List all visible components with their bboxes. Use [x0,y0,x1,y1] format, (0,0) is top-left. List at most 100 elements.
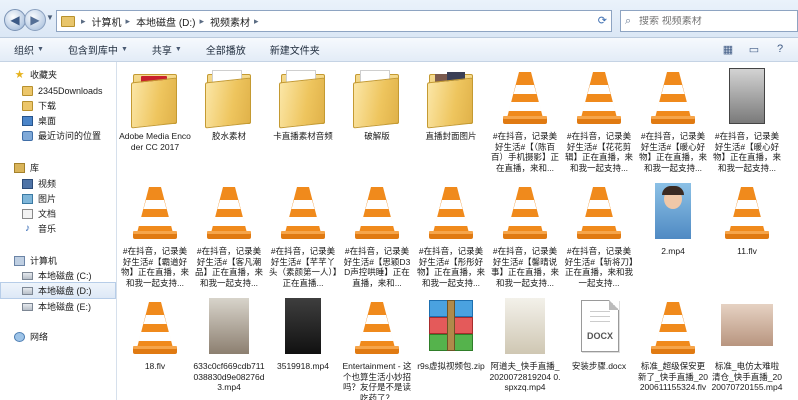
star-icon: ★ [14,68,25,81]
chevron-right-icon[interactable]: ▸ [200,16,205,27]
video-thumb-phone [717,66,777,128]
file-item[interactable]: #在抖音，记录美好生活#【花花剪辑】正在直播，来和我一起支持... [562,66,636,173]
recent-pages-dropdown[interactable]: ▼ [46,13,54,22]
nav-item-music[interactable]: ♪ 音乐 [22,220,56,237]
file-item[interactable]: #在抖音，记录美好生活#【霸道好物】正在直播，来和我一起支持... [118,181,192,288]
vlc-icon [495,66,555,128]
file-name: 直播封面图片 [425,131,477,141]
slideshow-button[interactable]: 全部播放 [206,42,246,57]
hard-drive-icon [22,302,33,311]
file-name: 633c0cf669cdb711038830d9e08276d3.mp4 [193,361,265,392]
view-options-icon[interactable]: ▦ [720,43,736,57]
zip-archive-icon [421,296,481,358]
file-item[interactable]: #在抖音，记录美好生活#【客凡潮品】正在直播，来和我一起支持... [192,181,266,288]
video-thumb-kid [643,181,703,243]
back-button[interactable]: ◀ [4,9,26,31]
vlc-cone-icon [577,187,621,239]
file-name: #在抖音，记录美好生活#【客凡潮品】正在直播，来和我一起支持... [194,246,263,288]
vlc-cone-icon [503,187,547,239]
nav-network-header[interactable]: 网络 [14,328,48,345]
video-thumbnail [209,298,249,354]
file-name: #在抖音，记录美好生活#【芊芊丫头（素颜第一人）】正在直播... [268,246,337,288]
nav-favorites-header[interactable]: ★ 收藏夹 [14,66,57,83]
help-icon[interactable]: ? [772,43,788,57]
file-name: #在抖音，记录美好生活#【花花剪辑】正在直播，来和我一起支持... [564,131,633,173]
nav-item-recent-places[interactable]: 最近访问的位置 [22,127,101,144]
forward-button[interactable]: ▶ [24,9,46,31]
folder-icon [199,66,259,129]
breadcrumb-computer[interactable]: 计算机 [92,14,122,29]
folder-front [279,77,325,129]
file-item[interactable]: #在抖音，记录美好生活#【思颖D3D声控哄睡】正在直播，来和... [340,181,414,288]
file-item[interactable]: 3519918.mp4 [266,296,340,372]
vlc-icon [717,181,777,243]
file-list-view[interactable]: Adobe Media Encoder CC 2017 胶水素材 卡直播素材音频… [118,62,798,400]
share-label: 共享 [151,46,172,57]
file-item[interactable]: #在抖音，记录美好生活#【馨晴说事】正在直播，来和我一起支持... [488,181,562,288]
video-thumbnail [285,298,321,354]
preview-pane-icon[interactable]: ▭ [746,43,762,57]
hard-drive-icon [22,286,33,295]
chevron-right-icon[interactable]: ▸ [254,16,259,27]
file-name: Adobe Media Encoder CC 2017 [119,131,191,152]
vlc-cone-icon [503,72,547,124]
file-name: #在抖音，记录美好生活#【（陈百百）手机摄影】正在直播，来和... [490,131,559,173]
breadcrumb[interactable]: ▸ 计算机 ▸ 本地磁盘 (D:) ▸ 视频素材 ▸ ⟳ [56,10,612,32]
vlc-cone-icon [133,302,177,354]
file-name: 18.flv [144,361,166,371]
file-item[interactable]: 卡直播素材音频 [266,66,340,142]
file-item[interactable]: r9s虚拟视频包.zip [414,296,488,372]
search-input[interactable] [639,15,779,27]
file-item[interactable]: 2.mp4 [636,181,710,257]
organize-menu-button[interactable]: 组织 ▼ [14,42,44,57]
nav-item-drive-e[interactable]: 本地磁盘 (E:) [22,298,91,315]
nav-label: 图片 [38,194,57,204]
file-item[interactable]: #在抖音，记录美好生活#【彤彤好物】正在直播，来和我一起支持... [414,181,488,288]
refresh-icon[interactable]: ⟳ [598,14,607,27]
new-folder-button[interactable]: 新建文件夹 [270,42,320,57]
vlc-cone-icon [281,187,325,239]
file-item[interactable]: 胶水素材 [192,66,266,142]
file-name: #在抖音，记录美好生活#【暖心好物】正在直播，来和我一起支持... [712,131,781,173]
file-item[interactable]: #在抖音，记录美好生活#【芊芊丫头（素颜第一人）】正在直播... [266,181,340,288]
file-name: 阿道夫_快手直播_2020072819204 0.spxzq.mp4 [489,361,561,392]
file-item[interactable]: 18.flv [118,296,192,372]
navigation-pane: ★ 收藏夹 2345Downloads 下载 桌面 最近访问的位置 库 视频 图片… [0,62,117,400]
recent-places-icon [22,130,33,141]
file-item[interactable]: 633c0cf669cdb711038830d9e08276d3.mp4 [192,296,266,393]
nav-item-drive-d[interactable]: 本地磁盘 (D:) [0,282,116,299]
file-item[interactable]: 标准_超级保安更新了_快手直播_20200611155324.flv [636,296,710,393]
folder-adobe-icon [125,66,185,129]
file-item[interactable]: 破解版 [340,66,414,142]
vlc-icon [421,181,481,243]
breadcrumb-drive-d[interactable]: 本地磁盘 (D:) [136,14,195,29]
video-thumbnail [505,298,545,354]
file-item[interactable]: 直播封面图片 [414,66,488,142]
file-item[interactable]: #在抖音，记录美好生活#【暖心好物】正在直播，来和我一起支持... [710,66,784,173]
file-item[interactable]: 11.flv [710,181,784,257]
chevron-right-icon[interactable]: ▸ [126,16,131,27]
nav-label: 文档 [38,209,57,219]
file-item[interactable]: Entertainment - 这个也算生活小妙招吗？友仔是不是读吃药了？ [340,296,414,400]
folder-icon [273,66,333,129]
file-item[interactable]: #在抖音，记录美好生活#【斩将刀】正在直播，来和我一起支持... [562,181,636,288]
nav-libraries-header[interactable]: 库 [14,159,39,176]
docx-file-icon: DOCX [581,300,619,352]
vlc-icon [495,181,555,243]
search-box[interactable]: ⌕ [620,10,798,32]
file-item[interactable]: 阿道夫_快手直播_2020072819204 0.spxzq.mp4 [488,296,562,393]
breadcrumb-current-folder[interactable]: 视频素材 [210,14,250,29]
file-item[interactable]: 标准_电仿太难啦清仓_快手直播_2020070720155.mp4 [710,296,784,393]
file-item[interactable]: #在抖音，记录美好生活#【暖心好物】正在直播，来和我一起支持... [636,66,710,173]
back-arrow-icon: ◀ [10,13,20,27]
folder-front [353,77,399,129]
include-in-library-button[interactable]: 包含到库中 ▼ [68,42,128,57]
share-button[interactable]: 共享 ▼ [152,42,182,57]
zip-archive-icon [429,300,473,352]
file-item[interactable]: #在抖音，记录美好生活#【（陈百百）手机摄影】正在直播，来和... [488,66,562,173]
file-item[interactable]: Adobe Media Encoder CC 2017 [118,66,192,152]
chevron-right-icon[interactable]: ▸ [81,16,86,27]
new-folder-label: 新建文件夹 [269,46,320,57]
vlc-cone-icon [725,187,769,239]
file-item[interactable]: DOCX 安装步骤.docx [562,296,636,372]
